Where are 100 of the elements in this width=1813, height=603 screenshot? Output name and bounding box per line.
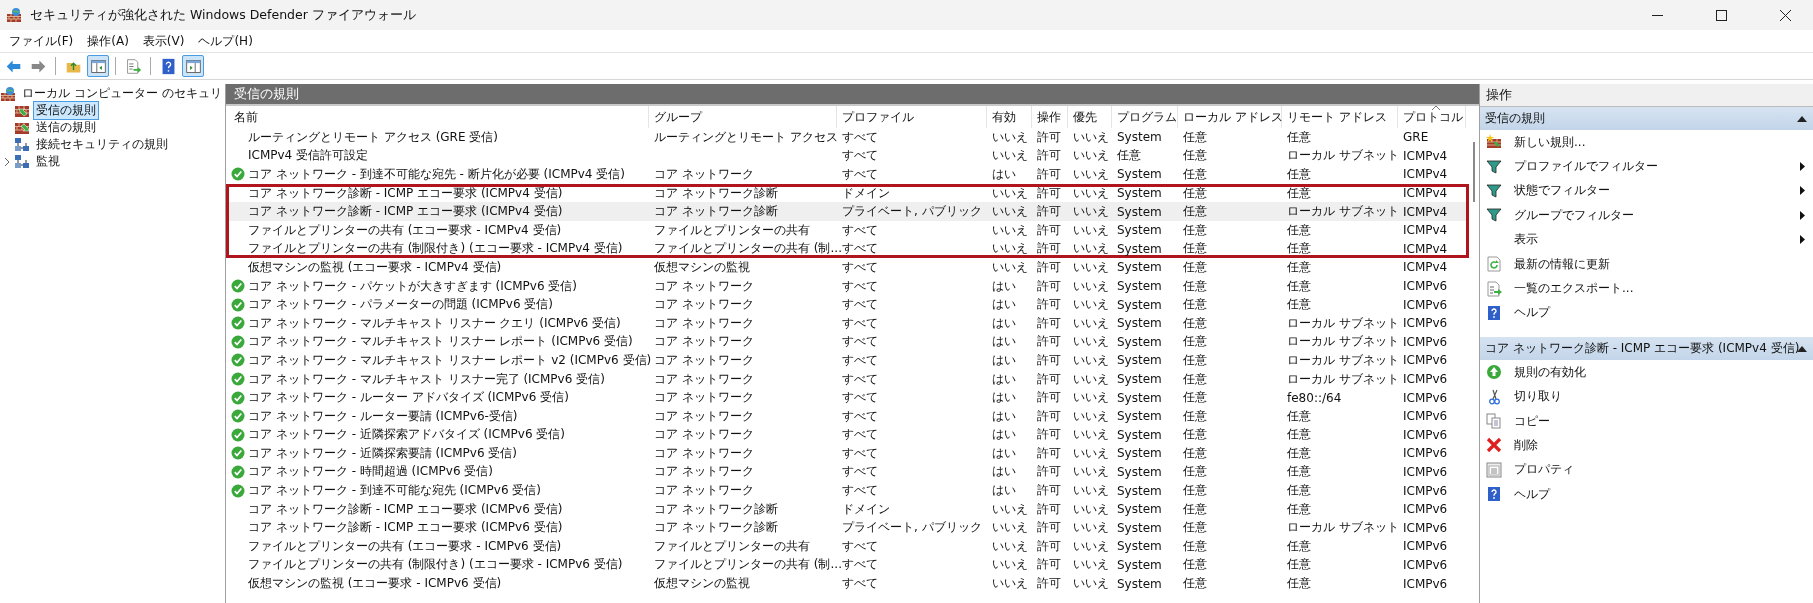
table-cell-text: いいえ — [1072, 407, 1110, 425]
table-cell-text: すべて — [841, 556, 879, 574]
table-cell-text: System — [1116, 465, 1163, 479]
table-cell: コア ネットワーク - 近隣探索要請 (ICMPv6 受信) — [248, 444, 517, 462]
action-item[interactable]: 規則の有効化 — [1480, 360, 1813, 385]
column-header[interactable]: 有効 — [987, 106, 1032, 128]
tree-item[interactable]: 監視 — [3, 153, 63, 170]
table-row[interactable]: ルーティングとリモート アクセス (GRE 受信) ルーティングとリモート アクセス すべて いいえ 許可 いいえ System 任意 任意 GRE — [226, 128, 1469, 147]
menu-item[interactable]: 操作(A) — [80, 30, 136, 52]
table-row[interactable]: コア ネットワーク - 近隣探索アドバタイズ (ICMPv6 受信) コア ネットワーク すべて はい 許可 いいえ System 任意 任意 ICMPv6 — [226, 425, 1469, 445]
table-row[interactable]: ファイルとプリンターの共有 (エコー要求 - ICMPv4 受信) ファイルとプリンターの共有 すべて いいえ 許可 いいえ System 任意 任意 ICMPv4 — [226, 220, 1469, 240]
table-row[interactable]: コア ネットワーク診断 - ICMP エコー要求 (ICMPv6 受信) コア ネットワーク診断 ドメイン いいえ 許可 いいえ System 任意 任意 ICMPv6 — [226, 499, 1469, 519]
column-header[interactable]: プロトコル — [1398, 106, 1466, 128]
table-cell-text: 任意 — [1182, 556, 1208, 574]
table-cell-text: System — [1116, 167, 1163, 182]
table-cell-text: コア ネットワーク — [653, 370, 755, 388]
table-cell-text: System — [1116, 390, 1163, 405]
table-row[interactable]: コア ネットワーク - マルチキャスト リスナー完了 (ICMPv6 受信) コア ネットワーク すべて はい 許可 いいえ System 任意 ローカル サブネット ICMPv6 — [226, 369, 1469, 389]
table-cell-text: 許可 — [1036, 258, 1062, 276]
action-item[interactable]: 表示 — [1480, 227, 1813, 252]
table-cell-text: 許可 — [1036, 296, 1062, 314]
table-cell-text: ルーティングとリモート アクセス — [653, 128, 837, 146]
table-row[interactable]: 仮想マシンの監視 (エコー要求 - ICMPv6 受信) 仮想マシンの監視 すべて いいえ 許可 いいえ System 任意 任意 ICMPv6 — [226, 574, 1469, 593]
table-cell-text: 任意 — [1182, 296, 1208, 314]
table-row[interactable]: コア ネットワーク - マルチキャスト リスナー クエリ (ICMPv6 受信) コア ネットワーク すべて はい 許可 いいえ System 任意 ローカル サブネット ICMPv6 — [226, 313, 1469, 333]
action-item[interactable]: 最新の情報に更新 — [1480, 251, 1813, 277]
table-row[interactable]: コア ネットワーク - マルチキャスト リスナー レポート (ICMPv6 受信) コア ネットワーク すべて はい 許可 いいえ System 任意 ローカル サブネット ICMPv6 — [226, 332, 1469, 352]
table-cell-text: 許可 — [1036, 482, 1062, 500]
table-cell-text: ドメイン — [841, 184, 891, 202]
column-header[interactable]: プロファイル — [837, 106, 987, 128]
pane-header: 受信の規則 — [226, 84, 1479, 104]
table-cell-text: いいえ — [1072, 333, 1110, 351]
table-row[interactable]: ファイルとプリンターの共有 (エコー要求 - ICMPv6 受信) ファイルとプリンターの共有 すべて いいえ 許可 いいえ System 任意 任意 ICMPv6 — [226, 537, 1469, 556]
column-header[interactable]: 名前 — [229, 106, 649, 128]
column-header[interactable]: 優先 — [1068, 106, 1112, 128]
table-cell-text: はい — [991, 314, 1017, 332]
table-row[interactable]: コア ネットワーク - ルーター要請 (ICMPv6-受信) コア ネットワーク すべて はい 許可 いいえ System 任意 任意 ICMPv6 — [226, 406, 1469, 426]
table-row[interactable]: コア ネットワーク - ルーター アドバタイズ (ICMPv6 受信) コア ネットワーク すべて はい 許可 いいえ System 任意 fe80::/64 ICMPv6 — [226, 388, 1469, 407]
table-cell-text: 任意 — [1182, 482, 1208, 500]
table-cell-text: 任意 — [1182, 351, 1208, 369]
action-item[interactable]: プロパティ — [1480, 457, 1813, 483]
action-item[interactable]: 一覧のエクスポート... — [1480, 276, 1813, 301]
menu-item[interactable]: ヘルプ(H) — [191, 30, 260, 52]
table-cell-text: System — [1116, 130, 1163, 145]
tree-item[interactable]: 接続セキュリティの規則 — [3, 136, 171, 153]
action-item[interactable]: 新しい規則... — [1480, 130, 1813, 155]
action-item[interactable]: 削除 — [1480, 433, 1813, 458]
table-cell-text: 任意 — [1182, 407, 1208, 425]
table-cell-text: 任意 — [1182, 500, 1208, 518]
table-cell-text: 許可 — [1036, 277, 1062, 295]
table-cell-text: 許可 — [1036, 314, 1062, 332]
table-cell: コア ネットワーク - パラメーターの問題 (ICMPv6 受信) — [248, 296, 553, 314]
column-header[interactable]: 操作 — [1032, 106, 1068, 128]
action-item[interactable]: グループでフィルター — [1480, 203, 1813, 228]
action-item[interactable]: コピー — [1480, 408, 1813, 434]
table-cell: コア ネットワーク - パケットが大きすぎます (ICMPv6 受信) — [248, 277, 577, 295]
column-header[interactable]: プログラム — [1112, 106, 1178, 128]
table-row[interactable]: コア ネットワーク - マルチキャスト リスナー レポート v2 (ICMPv6 受信) コア ネットワーク すべて はい 許可 いいえ System 任意 ローカル サブネット ICMPv6 — [226, 351, 1469, 370]
table-row[interactable]: コア ネットワーク - パケットが大きすぎます (ICMPv6 受信) コア ネットワーク すべて はい 許可 いいえ System 任意 任意 ICMPv6 — [226, 276, 1469, 296]
section-header[interactable]: コア ネットワーク診断 - ICMP エコー要求 (ICMPv4 受信) — [1480, 337, 1813, 361]
table-cell-text: 任意 — [1286, 296, 1312, 314]
table-row[interactable]: コア ネットワーク - 近隣探索要請 (ICMPv6 受信) コア ネットワーク すべて はい 許可 いいえ System 任意 任意 ICMPv6 — [226, 444, 1469, 463]
table-cell-text: ICMPv4 — [1402, 241, 1449, 256]
table-row[interactable]: コア ネットワーク - パラメーターの問題 (ICMPv6 受信) コア ネットワーク すべて はい 許可 いいえ System 任意 任意 ICMPv6 — [226, 295, 1469, 314]
table-row[interactable]: コア ネットワーク診断 - ICMP エコー要求 (ICMPv4 受信) コア ネットワーク診断 プライベート, パブリック いいえ 許可 いいえ System 任意 ローカル サブネット ICMPv4 — [226, 202, 1469, 221]
table-row[interactable]: コア ネットワーク - 到達不可能な宛先 - 断片化が必要 (ICMPv4 受信) コア ネットワーク すべて はい 許可 いいえ System 任意 任意 ICMPv4 — [226, 165, 1469, 184]
column-header[interactable]: リモート アドレス — [1282, 106, 1398, 128]
table-cell-text: はい — [991, 277, 1017, 295]
action-item[interactable]: ヘルプ — [1480, 300, 1813, 326]
menu-item[interactable]: 表示(V) — [135, 30, 192, 52]
action-item[interactable]: 状態でフィルター — [1480, 178, 1813, 204]
table-cell: 仮想マシンの監視 (エコー要求 - ICMPv4 受信) — [248, 258, 502, 276]
table-row[interactable]: 仮想マシンの監視 (エコー要求 - ICMPv4 受信) 仮想マシンの監視 すべて いいえ 許可 いいえ System 任意 任意 ICMPv4 — [226, 258, 1469, 277]
action-item[interactable]: プロファイルでフィルター — [1480, 154, 1813, 179]
table-cell-text: すべて — [841, 407, 879, 425]
table-row[interactable]: コア ネットワーク - 時間超過 (ICMPv6 受信) コア ネットワーク すべて はい 許可 いいえ System 任意 任意 ICMPv6 — [226, 462, 1469, 482]
table-row[interactable]: コア ネットワーク診断 - ICMP エコー要求 (ICMPv4 受信) コア ネットワーク診断 ドメイン いいえ 許可 いいえ System 任意 任意 ICMPv4 — [226, 183, 1469, 203]
table-cell-text: すべて — [841, 333, 879, 351]
table-cell-text: すべて — [841, 277, 879, 295]
table-row[interactable]: ICMPv4 受信許可設定 すべて いいえ 許可 いいえ 任意 任意 ローカル サブネット ICMPv4 — [226, 146, 1469, 166]
column-header[interactable]: グループ — [649, 106, 837, 128]
tree-item[interactable]: ローカル コンピューター のセキュリ — [19, 84, 225, 103]
table-row[interactable]: コア ネットワーク診断 - ICMP エコー要求 (ICMPv6 受信) コア ネットワーク診断 プライベート, パブリック いいえ 許可 いいえ System 任意 ローカル サブネット ICMPv6 — [226, 518, 1469, 538]
table-cell: コア ネットワーク - 近隣探索アドバタイズ (ICMPv6 受信) — [248, 426, 565, 444]
table-cell-text: 任意 — [1182, 463, 1208, 481]
table-row[interactable]: ファイルとプリンターの共有 (制限付き) (エコー要求 - ICMPv6 受信) ファイルとプリンターの共有 (制...すべて いいえ 許可 いいえ System 任意 任意 ICMPv6 — [226, 555, 1469, 575]
action-item[interactable]: 切り取り — [1480, 384, 1813, 409]
column-header[interactable]: ローカル アドレス — [1178, 106, 1282, 128]
table-cell: ファイルとプリンターの共有 (エコー要求 - ICMPv4 受信) — [248, 221, 562, 239]
table-cell-text: コア ネットワーク — [653, 166, 755, 183]
table-row[interactable]: コア ネットワーク - 到達不可能な宛先 (ICMPv6 受信) コア ネットワーク すべて はい 許可 いいえ System 任意 任意 ICMPv6 — [226, 481, 1469, 500]
table-cell-text: 許可 — [1036, 166, 1062, 183]
menu-item[interactable]: ファイル(F) — [2, 30, 81, 52]
table-cell-text: すべて — [841, 482, 879, 500]
section-header[interactable]: 受信の規則 — [1480, 107, 1813, 130]
action-item[interactable]: ヘルプ — [1480, 482, 1813, 507]
table-row[interactable]: ファイルとプリンターの共有 (制限付き) (エコー要求 - ICMPv4 受信) ファイルとプリンターの共有 (制...すべて いいえ 許可 いいえ System 任意 任意 ICMPv4 — [226, 239, 1469, 259]
tree-item[interactable]: 送信の規則 — [3, 119, 99, 136]
table-cell-text: すべて — [841, 147, 879, 165]
table-cell-text: System — [1116, 241, 1163, 256]
